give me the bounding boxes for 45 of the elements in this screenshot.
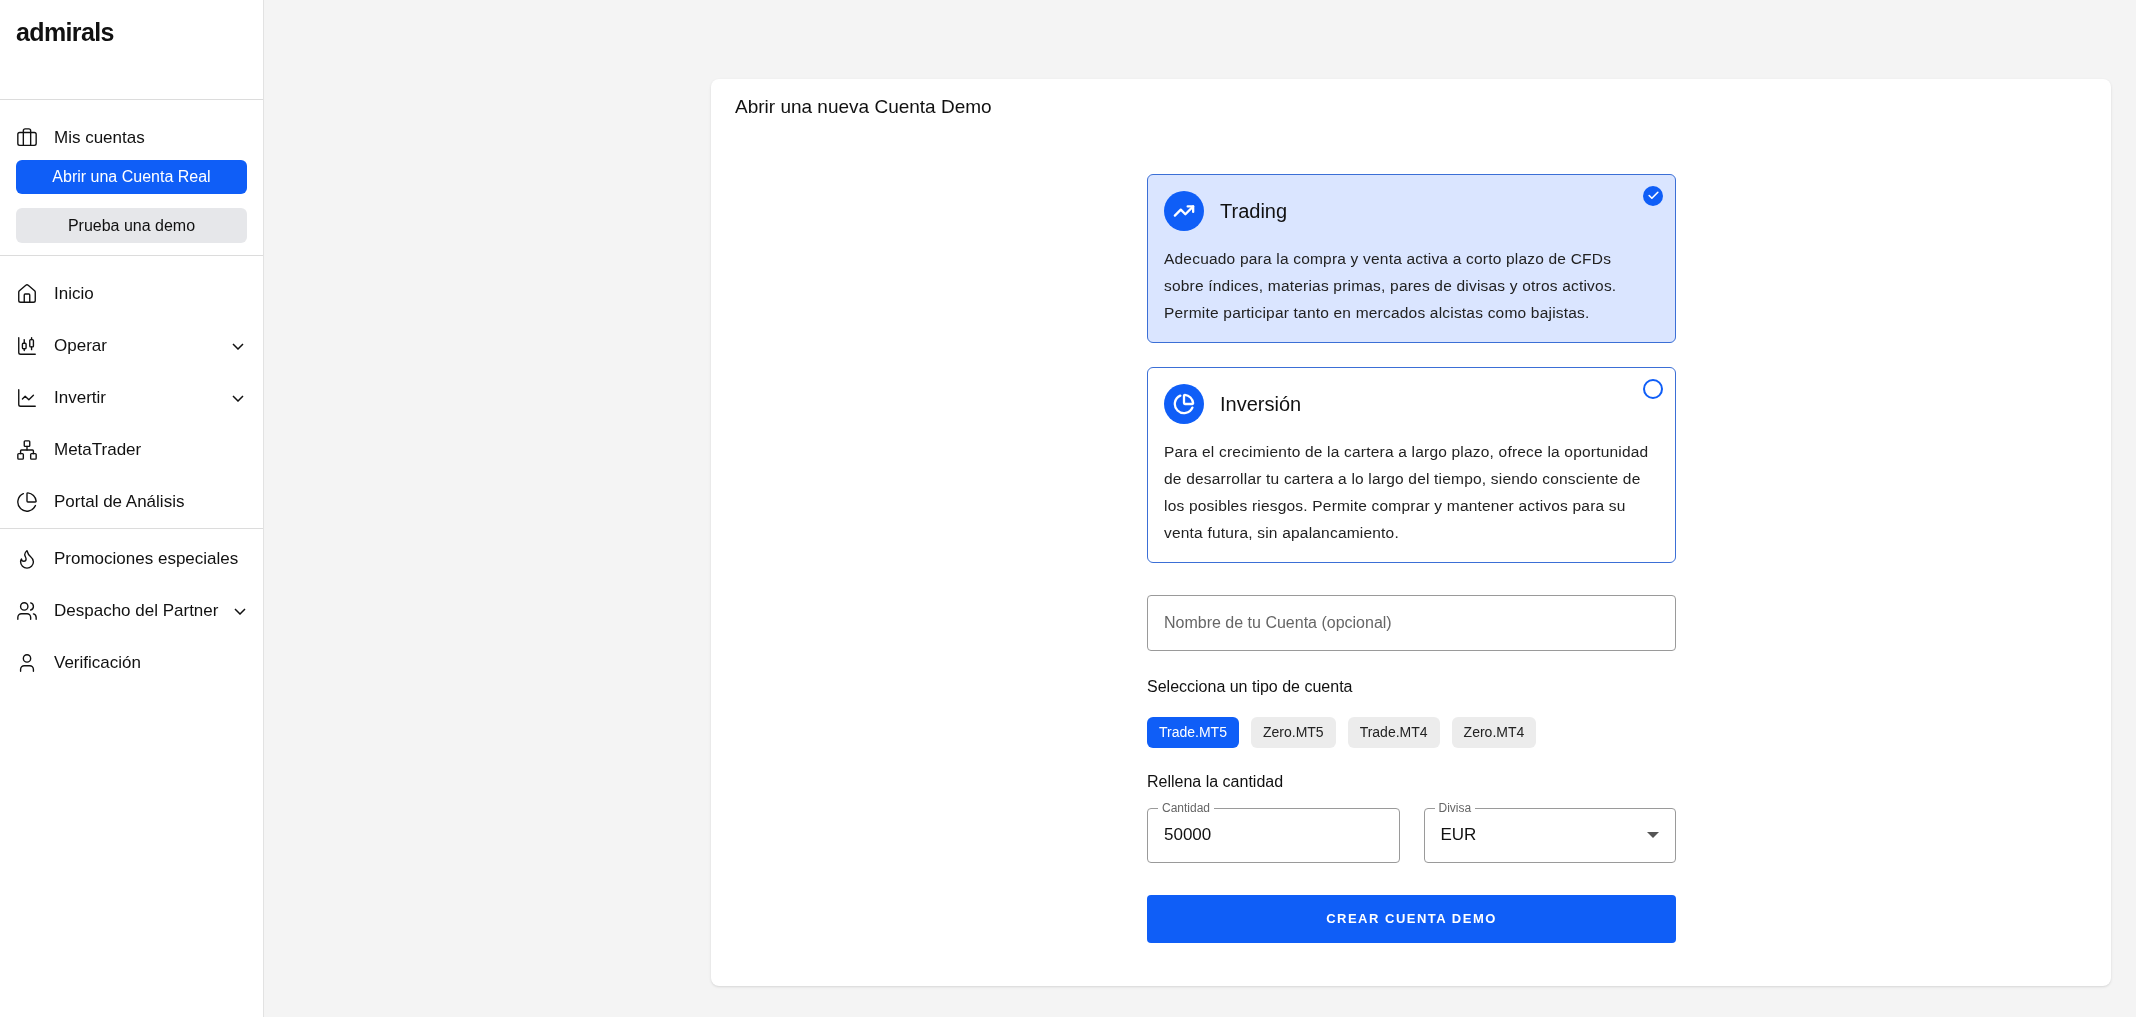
create-demo-account-button[interactable]: CREAR CUENTA DEMO bbox=[1147, 894, 1676, 943]
logo[interactable]: admirals bbox=[16, 18, 114, 46]
account-type-label: Selecciona un tipo de cuenta bbox=[1147, 676, 1354, 697]
account-type-chip[interactable]: Trade.MT5 bbox=[1147, 716, 1239, 748]
demo-button[interactable]: Prueba una demo bbox=[16, 208, 247, 243]
sidebar-item[interactable]: Inicio bbox=[0, 268, 263, 320]
field-value: 50000 bbox=[1164, 824, 1212, 847]
nodes-icon bbox=[16, 439, 38, 461]
briefcase-icon bbox=[16, 127, 38, 149]
pie-chart-icon bbox=[16, 491, 38, 513]
radio-icon bbox=[1643, 378, 1663, 399]
amount-label: Rellena la cantidad bbox=[1147, 771, 1285, 792]
home-icon bbox=[16, 283, 38, 305]
open-real-account-button[interactable]: Abrir una Cuenta Real bbox=[16, 160, 247, 194]
field-value: EUR bbox=[1440, 824, 1478, 847]
option-card[interactable] bbox=[1147, 366, 1676, 563]
sidebar-item[interactable]: Portal de Análisis bbox=[0, 476, 263, 528]
sidebar-item[interactable]: Invertir bbox=[0, 372, 263, 424]
option-card[interactable]: Trading Adecuado para la compra y venta activa a corto plazo de CFDs sobre índices, materias primas, pares de divisas y otros activos. Permite participar tanto en mercados alcistas como bajistas. bbox=[1147, 173, 1676, 343]
account-type-chip[interactable]: Zero.MT5 bbox=[1250, 716, 1336, 748]
candlestick-icon bbox=[16, 335, 38, 357]
option-description: Para el crecimiento de la cartera a largo plazo, ofrece la oportunidad de desarrollar tu cartera a lo largo del tiempo, siendo consciente de los posibles riesgos. Permite comprar y mantener activos para su venta futura, sin apalancamiento. bbox=[1164, 441, 1650, 543]
account-name-field[interactable]: Nombre de tu Cuenta (opcional) bbox=[1147, 594, 1676, 651]
users-icon bbox=[16, 600, 38, 622]
sidebar-item[interactable]: MetaTrader bbox=[0, 424, 263, 476]
option-description: Adecuado para la compra y venta activa a corto plazo de CFDs sobre índices, materias primas, pares de divisas y otros activos. Permite participar tanto en mercados alcistas como bajistas. bbox=[1164, 248, 1618, 323]
field-label: Divisa bbox=[1434, 800, 1476, 815]
chevron-icon bbox=[234, 607, 247, 615]
field-label: Cantidad bbox=[1158, 800, 1215, 815]
growth-chart-icon bbox=[1164, 190, 1204, 231]
sidebar-item[interactable]: Verificación bbox=[0, 637, 263, 689]
sidebar-item[interactable]: Promociones especiales bbox=[0, 533, 263, 585]
card-title: Abrir una nueva Cuenta Demo bbox=[735, 95, 993, 119]
chevron-icon bbox=[232, 342, 244, 350]
check-icon bbox=[1643, 185, 1663, 206]
option-title: Trading bbox=[1220, 198, 1288, 224]
chevron-icon bbox=[232, 394, 244, 402]
sidebar-item[interactable]: Despacho del Partner bbox=[0, 585, 263, 637]
dropdown-caret-icon bbox=[1647, 832, 1659, 838]
line-chart-icon bbox=[16, 387, 38, 409]
account-type-chip[interactable]: Trade.MT4 bbox=[1347, 716, 1440, 748]
pie-chart-icon bbox=[1164, 383, 1204, 424]
option-title: Inversión bbox=[1220, 391, 1302, 417]
sidebar-item[interactable]: Operar bbox=[0, 320, 263, 372]
account-type-chip[interactable]: Zero.MT4 bbox=[1451, 716, 1537, 748]
